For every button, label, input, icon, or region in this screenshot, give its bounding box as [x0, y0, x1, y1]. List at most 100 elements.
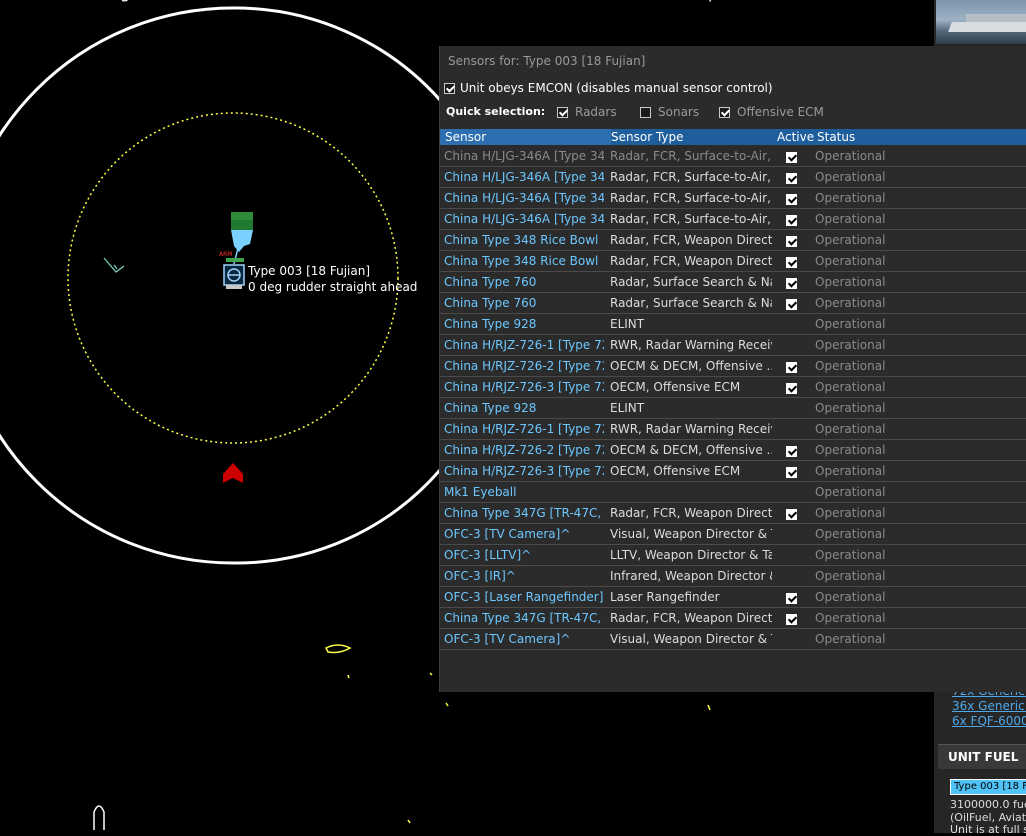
sensor-active-checkbox[interactable]: [786, 465, 797, 479]
quick-radars-label: Radars: [575, 105, 617, 119]
active-check-icon[interactable]: [786, 614, 797, 625]
column-header-status[interactable]: Status: [817, 130, 855, 144]
sensor-status-cell: Operational: [815, 380, 886, 394]
active-check-icon[interactable]: [786, 152, 797, 163]
sensor-active-checkbox[interactable]: [786, 591, 797, 605]
sensor-row[interactable]: China Type 347G [TR-47C, R... Radar, FCR,…: [440, 608, 1026, 629]
sensor-active-checkbox[interactable]: [786, 297, 797, 311]
sensor-active-checkbox[interactable]: [786, 150, 797, 164]
quick-oecm-checkbox[interactable]: Offensive ECM: [719, 105, 824, 119]
sensor-row[interactable]: China H/RJZ-726-2 [Type 72... OECM & DECM…: [440, 356, 1026, 377]
fuel-unit-select[interactable]: Type 003 [18 Fuj: [950, 779, 1026, 795]
sensor-row[interactable]: OFC-3 [TV Camera]^ Visual, Weapon Directo…: [440, 524, 1026, 545]
sensor-status-cell: Operational: [815, 191, 886, 205]
sensor-row[interactable]: OFC-3 [LLTV]^ LLTV, Weapon Director & Ta.…: [440, 545, 1026, 566]
sensor-active-checkbox[interactable]: [786, 507, 797, 521]
dialog-title: Sensors for: Type 003 [18 Fujian]: [448, 54, 646, 68]
quick-oecm-label: Offensive ECM: [737, 105, 824, 119]
sensor-status-cell: Operational: [815, 485, 886, 499]
sensor-row[interactable]: China H/RJZ-726-3 [Type 72... OECM, Offen…: [440, 377, 1026, 398]
sensor-row[interactable]: China H/LJG-346A [Type 346... Radar, FCR,…: [440, 146, 1026, 167]
column-header-sensor[interactable]: Sensor: [440, 129, 611, 145]
sensor-type-cell: Laser Rangefinder: [610, 590, 720, 604]
quick-radars-checkbox[interactable]: Radars: [557, 105, 617, 119]
sensor-status-cell: Operational: [815, 401, 886, 415]
sensor-name-cell: China H/RJZ-726-3 [Type 72...: [444, 464, 604, 478]
radars-check-icon[interactable]: [557, 107, 568, 118]
sensor-name-cell: China H/RJZ-726-2 [Type 72...: [444, 359, 604, 373]
active-check-icon[interactable]: [786, 383, 797, 394]
sensor-row[interactable]: China Type 760 Radar, Surface Search & Na…: [440, 272, 1026, 293]
active-check-icon[interactable]: [786, 509, 797, 520]
unit-name-label: Type 003 [18 Fujian]: [248, 264, 371, 278]
sensor-active-checkbox[interactable]: [786, 192, 797, 206]
oecm-check-icon[interactable]: [719, 107, 730, 118]
sensor-name-cell: OFC-3 [IR]^: [444, 569, 516, 583]
range-ring-left: [0, 6, 234, 565]
sensor-row[interactable]: China Type 928 ELINT Operational: [440, 398, 1026, 419]
sensor-row[interactable]: China Type 928 ELINT Operational: [440, 314, 1026, 335]
sensor-row[interactable]: Mk1 Eyeball Operational: [440, 482, 1026, 503]
sensor-name-cell: China H/RJZ-726-1 [Type 72...: [444, 338, 604, 352]
sensor-row[interactable]: China Type 348 Rice Bowl Radar, FCR, Weap…: [440, 230, 1026, 251]
unit-fuel-header[interactable]: UNIT FUEL: [938, 744, 1026, 769]
sensor-status-cell: Operational: [815, 317, 886, 331]
sensor-status-cell: Operational: [815, 422, 886, 436]
column-header-active[interactable]: Active: [777, 130, 814, 144]
sensor-row[interactable]: China H/RJZ-726-1 [Type 72... RWR, Radar …: [440, 419, 1026, 440]
active-check-icon[interactable]: [786, 257, 797, 268]
sensor-name-cell: China Type 348 Rice Bowl: [444, 233, 599, 247]
sensor-row[interactable]: China Type 347G [TR-47C, R... Radar, FCR,…: [440, 503, 1026, 524]
sensor-row[interactable]: China H/RJZ-726-1 [Type 72... RWR, Radar …: [440, 335, 1026, 356]
sensor-row[interactable]: China Type 348 Rice Bowl Radar, FCR, Weap…: [440, 251, 1026, 272]
sensor-row[interactable]: China H/LJG-346A [Type 346... Radar, FCR,…: [440, 188, 1026, 209]
sensor-type-cell: OECM & DECM, Offensive ...: [610, 443, 772, 457]
sensor-type-cell: Infrared, Weapon Director &...: [610, 569, 772, 583]
sensor-active-checkbox[interactable]: [786, 360, 797, 374]
active-check-icon[interactable]: [786, 236, 797, 247]
sensor-active-checkbox[interactable]: [786, 234, 797, 248]
sensors-dialog: Sensors for: Type 003 [18 Fujian] Unit o…: [439, 46, 1026, 692]
sensor-active-checkbox[interactable]: [786, 612, 797, 626]
aircraft-group-icon: ARM: [219, 212, 253, 265]
fuel-storage-text: Unit is at full sto: [950, 823, 1026, 836]
active-check-icon[interactable]: [786, 194, 797, 205]
active-check-icon[interactable]: [786, 446, 797, 457]
sensor-row[interactable]: China Type 760 Radar, Surface Search & Na…: [440, 293, 1026, 314]
sensor-row[interactable]: China H/RJZ-726-3 [Type 72... OECM, Offen…: [440, 461, 1026, 482]
sensor-status-cell: Operational: [815, 527, 886, 541]
active-check-icon[interactable]: [786, 215, 797, 226]
active-check-icon[interactable]: [786, 299, 797, 310]
sensor-active-checkbox[interactable]: [786, 381, 797, 395]
active-check-icon[interactable]: [786, 278, 797, 289]
sensor-row[interactable]: China H/LJG-346A [Type 346... Radar, FCR,…: [440, 209, 1026, 230]
sensor-row[interactable]: OFC-3 [Laser Rangefinder]^ Laser Rangefin…: [440, 587, 1026, 608]
active-check-icon[interactable]: [786, 173, 797, 184]
sensor-active-checkbox[interactable]: [786, 171, 797, 185]
sensor-status-cell: Operational: [815, 170, 886, 184]
sensor-status-cell: Operational: [815, 338, 886, 352]
unit-fuel-title: UNIT FUEL: [948, 750, 1019, 764]
sensor-row[interactable]: China H/LJG-346A [Type 346... Radar, FCR,…: [440, 167, 1026, 188]
sensor-row[interactable]: China H/RJZ-726-2 [Type 72... OECM & DECM…: [440, 440, 1026, 461]
emcon-checkbox[interactable]: Unit obeys EMCON (disables manual sensor…: [444, 81, 773, 95]
active-check-icon[interactable]: [786, 593, 797, 604]
sensor-status-cell: Operational: [815, 233, 886, 247]
sensor-row[interactable]: OFC-3 [TV Camera]^ Visual, Weapon Directo…: [440, 629, 1026, 650]
sensor-name-cell: China H/RJZ-726-2 [Type 72...: [444, 443, 604, 457]
sensor-active-checkbox[interactable]: [786, 444, 797, 458]
sensor-active-checkbox[interactable]: [786, 276, 797, 290]
sensor-name-cell: China Type 928: [444, 401, 537, 415]
quick-sonars-checkbox[interactable]: Sonars: [640, 105, 699, 119]
emcon-check-icon[interactable]: [444, 83, 455, 94]
sensor-row[interactable]: OFC-3 [IR]^ Infrared, Weapon Director &..…: [440, 566, 1026, 587]
active-check-icon[interactable]: [786, 467, 797, 478]
sensor-active-checkbox[interactable]: [786, 213, 797, 227]
hostile-contact-icon: [223, 463, 243, 483]
column-header-type[interactable]: Sensor Type: [611, 130, 684, 144]
active-check-icon[interactable]: [786, 362, 797, 373]
loadout-link[interactable]: 36x Generic Fla: [952, 699, 1026, 713]
sensor-active-checkbox[interactable]: [786, 255, 797, 269]
loadout-link[interactable]: 6x FQF-6000 A: [952, 714, 1026, 728]
sonars-check-icon[interactable]: [640, 107, 651, 118]
